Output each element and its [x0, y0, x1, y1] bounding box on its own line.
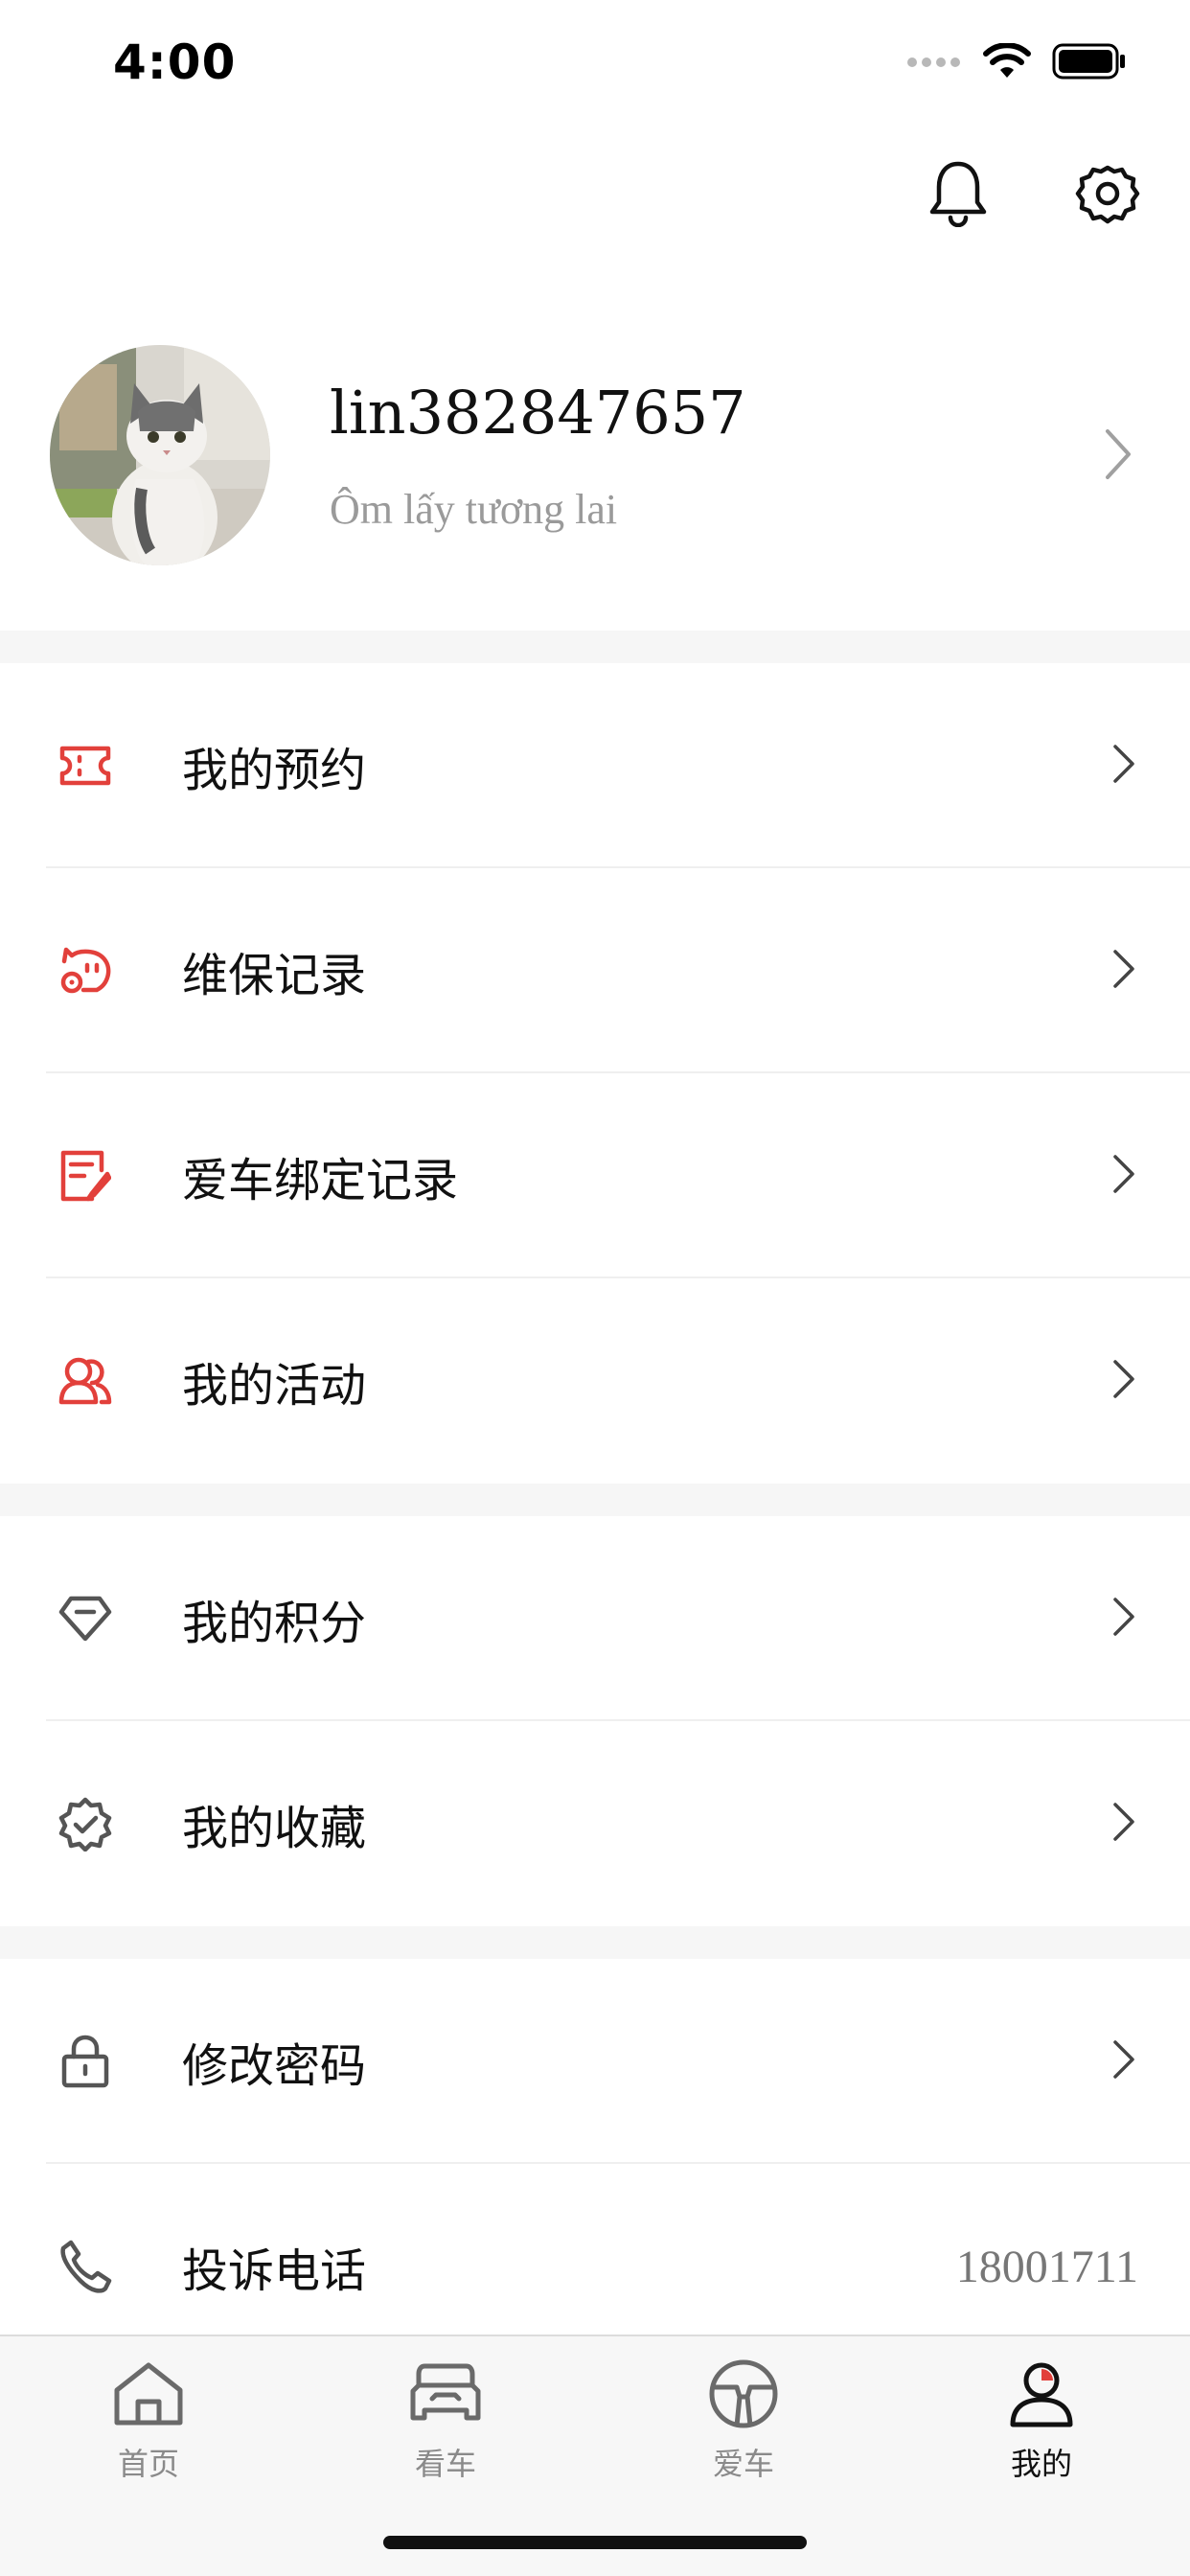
menu-item-car-binding-records[interactable]: 爱车绑定记录 [0, 1073, 1190, 1278]
section-separator [0, 1926, 1190, 1959]
username: lin382847657 [330, 378, 746, 448]
menu-item-reservations[interactable]: 我的预约 [0, 663, 1190, 868]
menu-item-favorites[interactable]: 我的收藏 [0, 1721, 1190, 1926]
wifi-icon [983, 42, 1031, 83]
tab-label: 看车 [414, 2446, 476, 2482]
menu-item-label: 我的预约 [182, 744, 367, 797]
profile-icon [1007, 2359, 1076, 2432]
tab-profile[interactable]: 我的 [955, 2356, 1128, 2484]
menu-item-label: 我的积分 [182, 1597, 367, 1650]
menu-item-label: 投诉电话 [182, 2244, 367, 2298]
steering-wheel-icon [708, 2358, 779, 2433]
menu-item-label: 我的收藏 [182, 1802, 367, 1855]
chevron-right-icon [1111, 948, 1136, 994]
tab-label: 我的 [1010, 2446, 1072, 2482]
chevron-right-icon [1104, 427, 1133, 485]
menu-item-points[interactable]: 我的积分 [0, 1516, 1190, 1721]
menu-group-support: 修改密码 投诉电话 18001711 [0, 1959, 1190, 2369]
avatar[interactable] [50, 345, 270, 565]
chevron-right-icon [1111, 1153, 1136, 1199]
menu-item-label: 爱车绑定记录 [182, 1154, 459, 1208]
home-indicator[interactable] [383, 2536, 807, 2549]
tab-cars[interactable]: 看车 [359, 2356, 532, 2484]
signature: Ôm lấy tương lai [330, 486, 618, 533]
profile-screen: 4:00 lin382847657 Ôm lấy tương lai 我的预约 … [0, 0, 1190, 2576]
users-icon [56, 1351, 115, 1411]
tab-label: 首页 [117, 2446, 179, 2482]
car-icon [409, 2360, 482, 2431]
chevron-right-icon [1111, 1801, 1136, 1847]
menu-item-change-password[interactable]: 修改密码 [0, 1959, 1190, 2164]
profile-card[interactable]: lin382847657 Ôm lấy tương lai [0, 335, 1190, 623]
section-separator [0, 631, 1190, 663]
chevron-right-icon [1111, 743, 1136, 789]
phone-icon [56, 2237, 115, 2296]
menu-group-services: 我的预约 维保记录 爱车绑定记录 我的活动 [0, 663, 1190, 1484]
edit-document-icon [56, 1146, 115, 1206]
menu-item-label: 我的活动 [182, 1359, 367, 1413]
badge-check-icon [56, 1794, 115, 1853]
menu-item-my-activities[interactable]: 我的活动 [0, 1278, 1190, 1484]
chevron-right-icon [1111, 1596, 1136, 1642]
tab-my-car[interactable]: 爱车 [657, 2356, 830, 2484]
menu-item-label: 维保记录 [182, 949, 367, 1002]
tab-home[interactable]: 首页 [62, 2356, 235, 2484]
maintenance-icon [56, 941, 115, 1000]
battery-icon [1052, 43, 1127, 83]
status-time: 4:00 [113, 34, 237, 90]
settings-button[interactable] [1073, 161, 1142, 230]
ticket-icon [56, 736, 115, 795]
notification-button[interactable] [924, 161, 993, 230]
chevron-right-icon [1111, 2038, 1136, 2084]
status-bar: 4:00 [0, 0, 1190, 134]
menu-group-account: 我的积分 我的收藏 [0, 1516, 1190, 1926]
cellular-signal-icon [906, 55, 962, 73]
chevron-right-icon [1111, 1358, 1136, 1404]
home-icon [111, 2359, 186, 2432]
header-actions [924, 161, 1142, 230]
menu-item-label: 修改密码 [182, 2039, 367, 2093]
section-separator [0, 1484, 1190, 1516]
menu-item-maintenance-records[interactable]: 维保记录 [0, 868, 1190, 1073]
diamond-icon [56, 1589, 115, 1648]
bell-icon [927, 160, 989, 231]
hotline-number[interactable]: 18001711 [956, 2241, 1138, 2293]
tab-label: 爱车 [712, 2446, 774, 2482]
gear-icon [1075, 161, 1140, 230]
status-icons [906, 42, 1127, 84]
lock-icon [56, 2032, 115, 2091]
